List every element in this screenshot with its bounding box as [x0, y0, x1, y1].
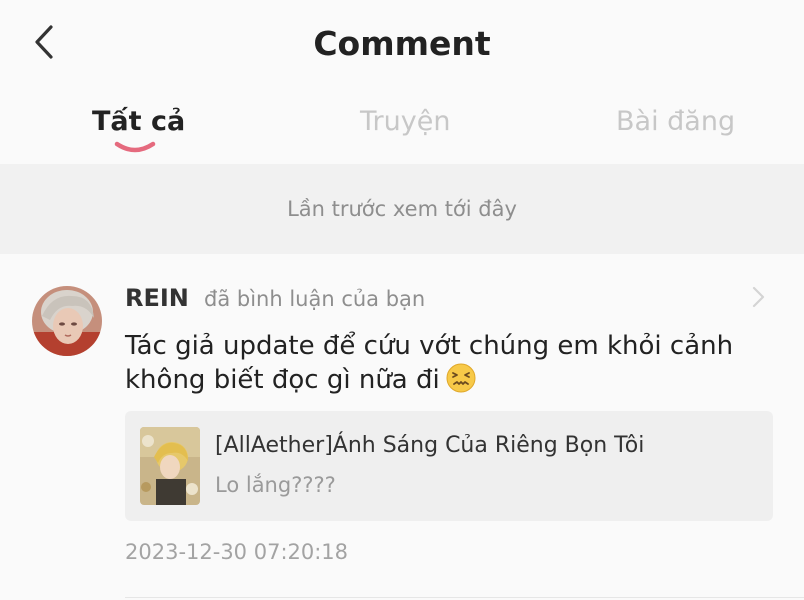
confounded-face-emoji — [446, 363, 476, 393]
username[interactable]: REIN — [125, 284, 189, 312]
last-viewed-divider: Lần trước xem tới đây — [0, 164, 804, 254]
divider-line — [125, 597, 804, 598]
comment-item[interactable]: REIN đã bình luận của bạn Tác giả update… — [0, 254, 804, 600]
tab-all[interactable]: Tất cả — [92, 106, 185, 137]
comment-text: Tác giả update để cứu vớt chúng em khỏi … — [125, 330, 785, 397]
comment-header: REIN đã bình luận của bạn — [125, 284, 425, 312]
page-title: Comment — [313, 24, 491, 63]
avatar[interactable] — [32, 286, 102, 356]
tab-bar: Tất cả Truyện Bài đăng — [0, 90, 804, 164]
comment-action-text: đã bình luận của bạn — [203, 287, 426, 311]
story-card[interactable]: [AllAether]Ánh Sáng Của Riêng Bọn Tôi Lo… — [125, 411, 773, 521]
story-title: [AllAether]Ánh Sáng Của Riêng Bọn Tôi — [215, 433, 645, 458]
comment-body-text: Tác giả update để cứu vớt chúng em khỏi … — [125, 331, 734, 395]
story-comment-text: Lo lắng???? — [215, 473, 336, 497]
last-viewed-text: Lần trước xem tới đây — [287, 197, 517, 221]
tab-stories[interactable]: Truyện — [360, 106, 450, 137]
comment-timestamp: 2023-12-30 07:20:18 — [125, 540, 349, 564]
active-tab-indicator — [114, 141, 156, 153]
story-cover-image — [140, 427, 200, 505]
chevron-right-icon[interactable] — [748, 284, 768, 310]
tab-posts[interactable]: Bài đăng — [616, 106, 735, 137]
top-bar: Comment — [0, 0, 804, 90]
